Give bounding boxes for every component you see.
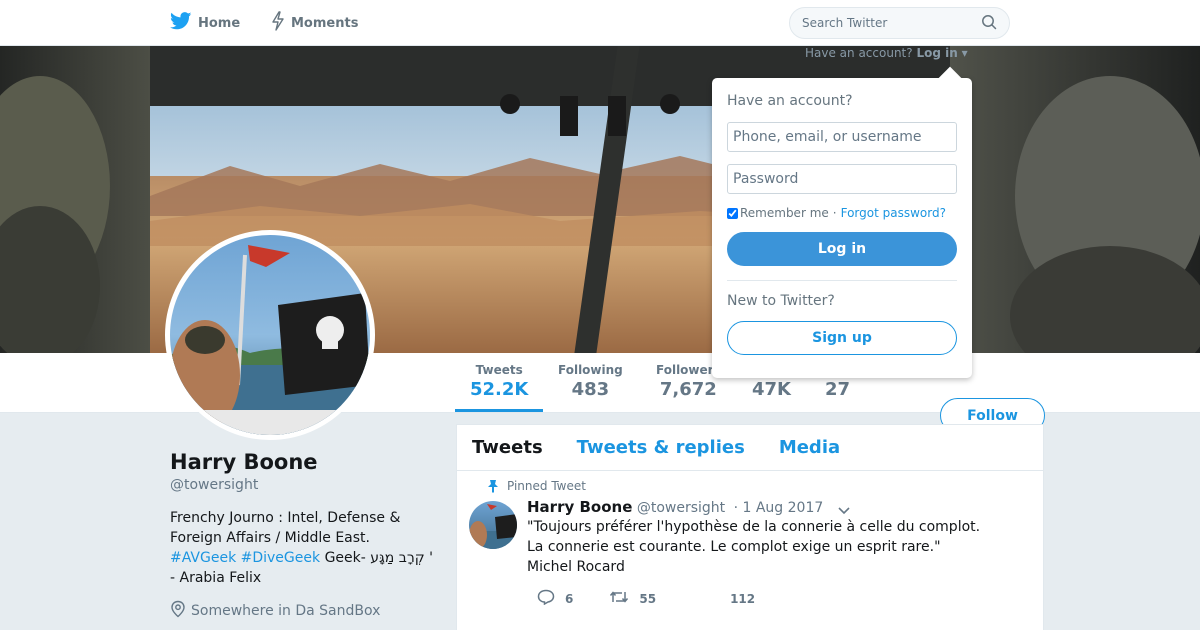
pin-icon	[487, 479, 499, 496]
profile-handle[interactable]: @towersight	[170, 477, 258, 493]
like-button[interactable]: 112	[720, 592, 755, 606]
remember-checkbox[interactable]	[727, 207, 738, 219]
tweet-text-line: La connerie est courante. Le complot exi…	[527, 539, 941, 555]
like-count: 112	[730, 591, 756, 606]
timeline-tabs: Tweets Tweets & replies Media	[457, 425, 1043, 471]
nav-home[interactable]: Home	[170, 0, 240, 46]
search-input[interactable]	[802, 16, 962, 30]
remember-row: Remember me · Forgot password?	[727, 206, 957, 220]
stat-value: 7,672	[659, 379, 717, 400]
profile-location: Somewhere in Da SandBox	[170, 600, 380, 622]
tweet-text-line: Michel Rocard	[527, 559, 625, 575]
nav-home-label: Home	[198, 15, 241, 31]
avatar-image	[170, 235, 370, 435]
reply-count: 6	[565, 591, 574, 606]
stat-value: 483	[571, 379, 610, 400]
reply-icon	[537, 589, 555, 608]
username-field[interactable]	[727, 122, 957, 152]
profile-name[interactable]: Harry Boone	[170, 450, 318, 474]
tweet-text: "Toujours préférer l'hypothèse de la con…	[527, 517, 1027, 577]
banner-login-hint[interactable]: Have an account? Log in ▾	[805, 46, 968, 60]
tweet-header: Harry Boone @towersight · 1 Aug 2017	[527, 498, 823, 516]
pinned-tweet-label: Pinned Tweet	[488, 479, 586, 493]
login-dropdown: Have an account? Remember me · Forgot pa…	[712, 66, 972, 378]
banner-login-link[interactable]: Log in	[916, 46, 957, 60]
stat-following[interactable]: Following 483	[558, 363, 623, 400]
retweet-count: 55	[639, 591, 657, 606]
banner-login-hint-prefix: Have an account?	[805, 46, 913, 60]
remember-label[interactable]: Remember me	[740, 206, 829, 220]
active-stat-underline	[455, 409, 543, 412]
tweet-text-line: "Toujours préférer l'hypothèse de la con…	[527, 519, 981, 535]
tab-tweets[interactable]: Tweets	[472, 437, 543, 458]
dropdown-divider	[727, 280, 957, 281]
search-icon[interactable]	[981, 14, 997, 33]
tab-media[interactable]: Media	[779, 437, 840, 458]
stat-value: 52.2K	[470, 379, 529, 400]
forgot-password-link[interactable]: Forgot password?	[841, 206, 946, 220]
nav-moments[interactable]: Moments	[271, 0, 358, 46]
login-button[interactable]: Log in	[727, 232, 957, 266]
lightning-icon	[271, 11, 285, 35]
tweet-author-name[interactable]: Harry Boone	[527, 498, 632, 516]
stat-label: Tweets	[475, 363, 523, 377]
search-box	[789, 7, 1010, 39]
tweet-date[interactable]: · 1 Aug 2017	[734, 500, 824, 516]
retweet-button[interactable]: 55	[599, 589, 656, 608]
location-pin-icon	[170, 600, 186, 622]
pinned-text: Pinned Tweet	[507, 479, 586, 493]
top-navigation: Home Moments	[0, 0, 1200, 46]
stat-tweets[interactable]: Tweets 52.2K	[470, 363, 528, 400]
bio-text: Frenchy Journo : Intel, Defense & Foreig…	[170, 510, 401, 546]
hashtag-link[interactable]: #DiveGeek	[241, 550, 320, 566]
stat-label: Followers	[656, 363, 721, 377]
tab-tweets-replies[interactable]: Tweets & replies	[577, 437, 745, 458]
login-title: Have an account?	[727, 93, 853, 109]
new-to-twitter-title: New to Twitter?	[727, 293, 835, 309]
tweet-actions: 6 55 112	[527, 589, 781, 608]
tweet-author-handle[interactable]: @towersight	[637, 500, 725, 516]
signup-button[interactable]: Sign up	[727, 321, 957, 355]
stat-followers[interactable]: Followers 7,672	[656, 363, 721, 400]
chevron-down-icon: ▾	[961, 46, 968, 60]
location-text: Somewhere in Da SandBox	[191, 603, 381, 619]
separator-dot: ·	[832, 206, 837, 220]
stat-value: 27	[825, 379, 851, 400]
profile-bio: Frenchy Journo : Intel, Defense & Foreig…	[170, 508, 440, 588]
nav-moments-label: Moments	[291, 15, 359, 31]
password-field[interactable]	[727, 164, 957, 194]
timeline: Tweets Tweets & replies Media Pinned Twe…	[456, 424, 1044, 630]
profile-avatar[interactable]	[165, 230, 375, 440]
avatar-photo	[170, 245, 370, 435]
twitter-bird-icon	[170, 12, 192, 34]
reply-button[interactable]: 6	[527, 589, 573, 608]
tweet-avatar[interactable]	[469, 501, 517, 549]
stat-label: Following	[558, 363, 623, 377]
tweet-avatar-photo	[469, 504, 517, 549]
hashtag-link[interactable]: #AVGeek	[170, 550, 236, 566]
retweet-icon	[609, 589, 629, 608]
stat-value: 47K	[752, 379, 791, 400]
